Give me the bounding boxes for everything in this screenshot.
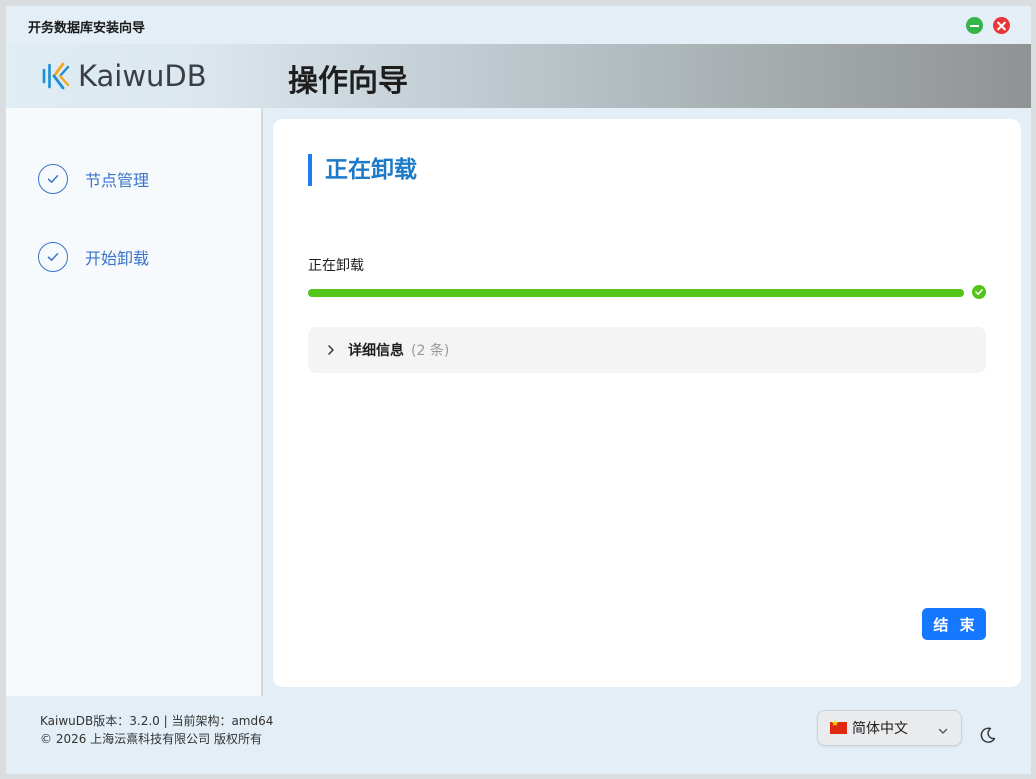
window-title: 开务数据库安装向导 [28,21,146,36]
step-check-icon [38,164,68,194]
chevron-right-icon [325,344,337,356]
step-label: 开始卸载 [85,249,150,268]
language-select[interactable]: 简体中文 [817,710,962,746]
header-banner: KaiwuDB 操作向导 [6,44,1031,108]
details-count: (2 条) [411,343,450,359]
progress-bar [308,289,964,297]
china-flag-icon [830,719,847,734]
progress-fill [308,289,964,297]
sidebar-step-node-management[interactable]: 节点管理 [38,164,149,194]
close-icon[interactable] [993,17,1010,34]
kaiwudb-logo: KaiwuDB [40,56,207,96]
version-info: KaiwuDB版本：3.2.0 | 当前架构：amd64 [40,714,274,728]
main-content-card: 正在卸载 正在卸载 详细信息 (2 条) 结 束 [273,119,1021,687]
finish-button[interactable]: 结 束 [922,608,986,640]
copyright: © 2026 上海沄熹科技有限公司 版权所有 [40,732,262,746]
title-bar: 开务数据库安装向导 [6,6,1031,44]
footer: KaiwuDB版本：3.2.0 | 当前架构：amd64 © 2026 上海沄熹… [6,696,1031,774]
step-check-icon [38,242,68,272]
language-label: 简体中文 [852,721,908,737]
step-label: 节点管理 [85,171,150,190]
details-title: 详细信息 [348,343,404,359]
sidebar: 节点管理 开始卸载 [6,108,263,696]
moon-icon[interactable] [979,726,997,744]
details-collapse[interactable]: 详细信息 (2 条) [308,327,986,373]
progress-success-icon [972,285,986,299]
logo-text: KaiwuDB [78,59,207,93]
sidebar-step-start-uninstall[interactable]: 开始卸载 [38,242,149,272]
page-title: 操作向导 [288,64,408,99]
progress-label: 正在卸载 [308,258,364,274]
minimize-icon[interactable] [966,17,983,34]
kaiwudb-logo-icon [42,62,70,90]
chevron-down-icon [937,722,949,734]
app-window: 开务数据库安装向导 KaiwuDB 操作向导 节点管理 开始卸载 正在卸载 正在… [6,6,1031,774]
section-title: 正在卸载 [308,154,417,186]
